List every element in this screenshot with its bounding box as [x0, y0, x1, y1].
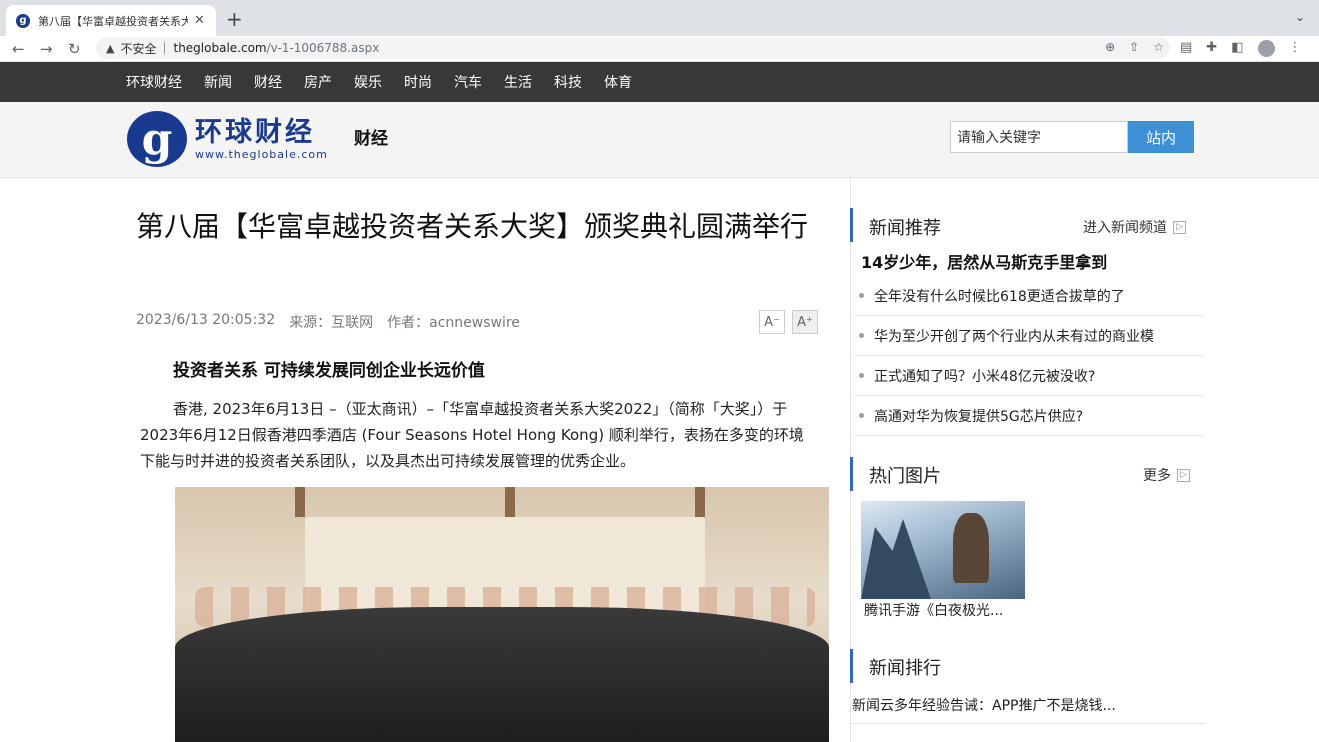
tab-search-chevron-icon[interactable]: ⌄ [1295, 10, 1305, 24]
nav-item-news[interactable]: 新闻 [204, 72, 232, 92]
browser-toolbar: ← → ↻ ▲ 不安全 theglobale.com/v-1-1006788.a… [0, 36, 1319, 62]
nav-item-realestate[interactable]: 房产 [304, 72, 332, 92]
bullet-icon [859, 413, 864, 418]
site-logo[interactable]: g 环球财经 www.theglobale.com [127, 111, 328, 167]
photo-crowd [175, 607, 829, 742]
font-smaller-button[interactable]: A⁻ [759, 310, 785, 334]
thumbnail-art [861, 519, 931, 599]
arrow-right-box-icon[interactable]: ▷ [1177, 468, 1190, 482]
logo-g-icon: g [127, 111, 187, 167]
hot-pictures-more-link[interactable]: 更多 ▷ [1143, 465, 1190, 485]
nav-item-life[interactable]: 生活 [504, 72, 532, 92]
bookmark-star-icon[interactable]: ☆ [1153, 40, 1164, 54]
nav-item-fashion[interactable]: 时尚 [404, 72, 432, 92]
bullet-icon [859, 373, 864, 378]
font-larger-button[interactable]: A⁺ [792, 310, 818, 334]
photo-decor [295, 487, 305, 517]
article-title-block: 第八届【华富卓越投资者关系大奖】颁奖典礼圆满举行 [136, 206, 826, 248]
news-item-label[interactable]: 全年没有什么时候比618更适合拔草的了 [874, 286, 1125, 306]
article-subhead: 投资者关系 可持续发展同创企业长远价值 [173, 361, 485, 381]
nav-item-tech[interactable]: 科技 [554, 72, 582, 92]
site-nav-list: 环球财经 新闻 财经 房产 娱乐 时尚 汽车 生活 科技 体育 [126, 62, 654, 102]
reading-list-icon[interactable]: ▤ [1180, 40, 1192, 57]
section-accent-bar [850, 457, 853, 491]
browser-tab-bar: g 第八届【华富卓越投资者关系大奖 ✕ + ⌄ [0, 0, 1319, 36]
insecure-label[interactable]: 不安全 [120, 40, 156, 57]
zoom-icon[interactable]: ⊕ [1105, 40, 1115, 54]
tab-title: 第八届【华富卓越投资者关系大奖 [38, 14, 188, 28]
reload-icon[interactable]: ↻ [68, 39, 81, 59]
bullet-icon [859, 333, 864, 338]
nav-item-finance[interactable]: 财经 [254, 72, 282, 92]
list-item[interactable]: 正式通知了吗？小米48亿元被没收? [855, 356, 1204, 396]
hot-picture-thumbnail[interactable] [861, 501, 1025, 599]
site-header: g 环球财经 www.theglobale.com 财经 站内 [0, 102, 1319, 178]
browser-tab[interactable]: g 第八届【华富卓越投资者关系大奖 ✕ [6, 5, 216, 36]
new-tab-icon[interactable]: + [226, 8, 243, 30]
logo-chinese-name: 环球财经 [195, 116, 315, 148]
section-accent-bar [850, 208, 853, 242]
news-item-label[interactable]: 华为至少开创了两个行业内从未有过的商业模 [874, 326, 1154, 346]
address-bar[interactable]: ▲ 不安全 theglobale.com/v-1-1006788.aspx ⊕ … [96, 37, 1170, 59]
article-meta: 2023/6/13 20:05:32 来源：互联网 作者：acnnewswire [136, 312, 520, 332]
news-channel-link-label[interactable]: 进入新闻频道 [1083, 217, 1167, 237]
address-divider [164, 42, 166, 54]
back-arrow-icon[interactable]: ← [12, 39, 25, 59]
list-item[interactable]: 高通对华为恢复提供5G芯片供应? [855, 396, 1204, 436]
news-item-label[interactable]: 正式通知了吗？小米48亿元被没收? [874, 366, 1095, 386]
url-host[interactable]: theglobale.com [173, 41, 266, 55]
list-item[interactable]: 全年没有什么时候比618更适合拔草的了 [855, 276, 1204, 316]
article-author: 作者：acnnewswire [387, 315, 520, 331]
arrow-right-box-icon[interactable]: ▷ [1173, 220, 1186, 234]
nav-item-entertainment[interactable]: 娱乐 [354, 72, 382, 92]
extension-area: ▤ ✚ ◧ ⋮ [1180, 40, 1302, 57]
url-path[interactable]: /v-1-1006788.aspx [267, 41, 380, 55]
article-title: 第八届【华富卓越投资者关系大奖】颁奖典礼圆满举行 [136, 210, 809, 243]
side-panel-icon[interactable]: ◧ [1231, 40, 1243, 57]
warning-triangle-icon[interactable]: ▲ [106, 42, 114, 55]
article-datetime: 2023/6/13 20:05:32 [136, 312, 276, 328]
channel-label: 财经 [354, 129, 388, 149]
hot-pictures-title: 热门图片 [869, 466, 941, 487]
browser-menu-icon[interactable]: ⋮ [1289, 40, 1302, 57]
news-ranking-title: 新闻排行 [869, 658, 941, 679]
logo-url: www.theglobale.com [195, 147, 328, 161]
omnibox-actions: ⊕ ⇧ ☆ [1105, 40, 1164, 54]
photo-decor [695, 487, 705, 517]
nav-item-auto[interactable]: 汽车 [454, 72, 482, 92]
ranking-item-label[interactable]: 新闻云多年经验告诫：APP推广不是烧钱... [852, 695, 1116, 715]
site-favicon-icon: g [16, 13, 30, 28]
site-search-button[interactable]: 站内 [1128, 121, 1194, 153]
article-paragraph: 香港, 2023年6月13日 –（亚太商讯）–「华富卓越投资者关系大奖2022」… [140, 400, 804, 470]
site-nav-bar: 环球财经 新闻 财经 房产 娱乐 时尚 汽车 生活 科技 体育 [0, 62, 1319, 102]
profile-avatar-icon[interactable] [1257, 40, 1275, 57]
ranking-list-item[interactable]: 新闻云多年经验告诫：APP推广不是烧钱... [852, 686, 1204, 724]
share-icon[interactable]: ⇧ [1129, 40, 1139, 54]
logo-text: 环球财经 www.theglobale.com [195, 116, 328, 161]
more-link-label[interactable]: 更多 [1143, 465, 1171, 485]
photo-decor [505, 487, 515, 517]
search-input[interactable] [950, 121, 1128, 153]
article-photo [175, 487, 829, 742]
hot-picture-caption[interactable]: 腾讯手游《白夜极光... [864, 600, 1003, 620]
news-item-label[interactable]: 高通对华为恢复提供5G芯片供应? [874, 406, 1083, 426]
nav-item-huanqiucaijing[interactable]: 环球财经 [126, 72, 182, 92]
news-headline[interactable]: 14岁少年，居然从马斯克手里拿到 [861, 249, 1107, 273]
list-item[interactable]: 华为至少开创了两个行业内从未有过的商业模 [855, 316, 1204, 356]
news-recommend-title: 新闻推荐 [869, 218, 941, 239]
extensions-puzzle-icon[interactable]: ✚ [1206, 40, 1217, 57]
article-source: 来源：互联网 [289, 315, 374, 331]
nav-item-sports[interactable]: 体育 [604, 72, 632, 92]
close-tab-icon[interactable]: ✕ [194, 13, 205, 28]
bullet-icon [859, 293, 864, 298]
forward-arrow-icon[interactable]: → [40, 39, 53, 59]
section-accent-bar [850, 649, 853, 683]
thumbnail-character [953, 513, 989, 583]
news-channel-link[interactable]: 进入新闻频道 ▷ [1083, 217, 1186, 237]
